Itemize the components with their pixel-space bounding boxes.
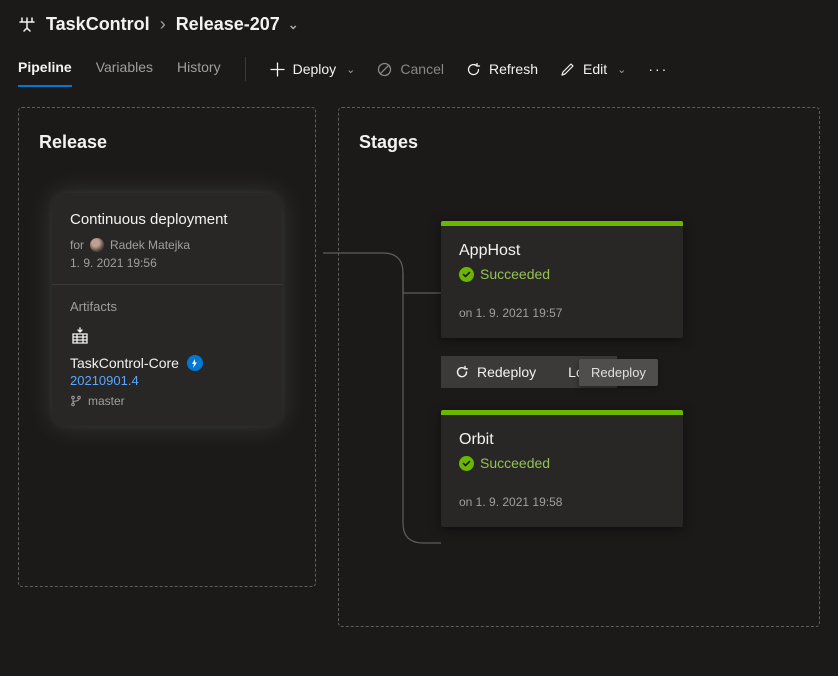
edit-icon [560,62,575,77]
stage-card-apphost[interactable]: AppHost Succeeded on 1. 9. 2021 19:57 [441,221,683,338]
success-check-icon [459,456,474,471]
release-card-bottom: Artifacts TaskControl-Core 20210901.4 [52,285,282,426]
stage-status-text: Succeeded [480,266,550,282]
redeploy-label: Redeploy [477,364,536,380]
chevron-down-icon: ⌄ [346,63,355,76]
release-card-top: Continuous deployment for Radek Matejka … [52,193,282,284]
deploy-button[interactable]: Deploy ⌄ [270,55,356,83]
redeploy-tooltip: Redeploy [579,359,658,386]
stage-card-orbit[interactable]: Orbit Succeeded on 1. 9. 2021 19:58 [441,410,683,527]
stage-name: AppHost [459,242,665,260]
cancel-label: Cancel [400,61,444,77]
chevron-right-icon: › [160,14,166,35]
artifact-build-icon [70,326,264,349]
chevron-down-icon[interactable]: ⌄ [288,17,299,33]
for-prefix: for [70,238,84,252]
lightning-badge-icon [187,355,203,371]
breadcrumb-current[interactable]: Release-207 [176,14,280,35]
stage-name: Orbit [459,431,665,449]
release-timestamp: 1. 9. 2021 19:56 [70,256,264,270]
artifact-name: TaskControl-Core [70,355,179,371]
refresh-button[interactable]: Refresh [466,55,538,83]
cancel-button: Cancel [377,55,444,83]
edit-button[interactable]: Edit ⌄ [560,55,626,83]
tabs: Pipeline Variables History [18,51,221,87]
stage-status: Succeeded [459,266,665,282]
release-author: for Radek Matejka [70,238,264,252]
refresh-icon [466,62,481,77]
branch-name: master [88,394,125,408]
release-card[interactable]: Continuous deployment for Radek Matejka … [52,193,282,426]
stage-timestamp: on 1. 9. 2021 19:58 [459,495,665,509]
stages-panel: Stages AppHost Succeeded on 1. 9. [338,107,820,627]
redeploy-button[interactable]: Redeploy [441,356,550,388]
plus-icon [270,62,285,77]
tab-history[interactable]: History [177,51,221,87]
artifact-branch: master [70,394,264,408]
cancel-icon [377,62,392,77]
chevron-down-icon: ⌄ [617,63,626,76]
edit-label: Edit [583,61,607,77]
artifact-version[interactable]: 20210901.4 [70,373,264,388]
avatar [90,238,104,252]
stages-wrap: AppHost Succeeded on 1. 9. 2021 19:57 [359,183,799,527]
more-button[interactable]: ··· [648,55,668,83]
pipeline-project-icon [18,16,36,34]
breadcrumb: TaskControl › Release-207 ⌄ [0,0,838,43]
release-panel-title: Release [39,132,295,153]
toolbar-separator [245,57,246,81]
stage-status-text: Succeeded [480,455,550,471]
author-name: Radek Matejka [110,238,190,252]
artifact-name-row[interactable]: TaskControl-Core [70,355,264,371]
refresh-label: Refresh [489,61,538,77]
tab-pipeline[interactable]: Pipeline [18,51,72,87]
main-content: Release Continuous deployment for Radek … [0,87,838,647]
breadcrumb-root[interactable]: TaskControl [46,14,150,35]
deploy-label: Deploy [293,61,337,77]
tab-variables[interactable]: Variables [96,51,153,87]
stage-status: Succeeded [459,455,665,471]
toolbar: Pipeline Variables History Deploy ⌄ Canc… [0,43,838,87]
connector-lines [323,233,443,573]
release-trigger-title: Continuous deployment [70,211,264,228]
artifacts-label: Artifacts [70,299,264,314]
toolbar-actions: Deploy ⌄ Cancel Refresh Edit ⌄ ··· [270,55,669,83]
success-check-icon [459,267,474,282]
release-panel: Release Continuous deployment for Radek … [18,107,316,587]
stages-panel-title: Stages [359,132,799,153]
redeploy-icon [455,365,469,379]
branch-icon [70,395,82,407]
stage-timestamp: on 1. 9. 2021 19:57 [459,306,665,320]
